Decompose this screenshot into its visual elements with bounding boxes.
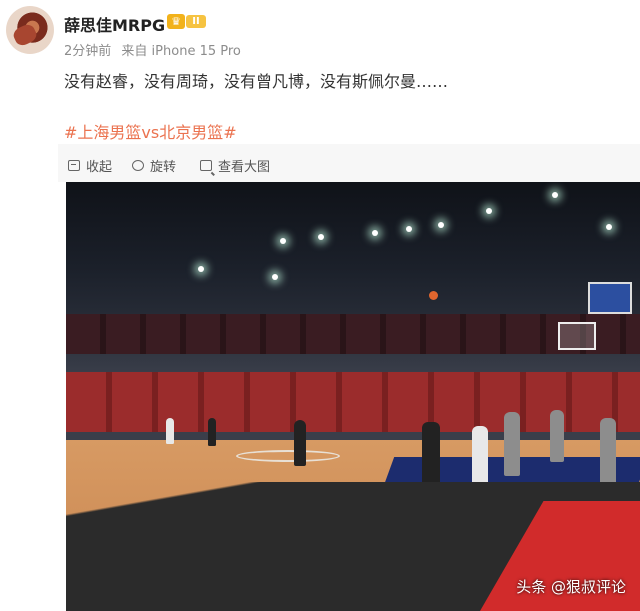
basketball-hoop: [558, 322, 596, 350]
stadium-light: [198, 266, 204, 272]
center-circle: [236, 450, 340, 462]
post-photo[interactable]: 头条 @狠叔评论: [66, 182, 640, 611]
view-large-button[interactable]: 查看大图: [200, 156, 270, 175]
stadium-light: [486, 208, 492, 214]
player: [600, 418, 616, 484]
level-badge: II: [186, 15, 206, 28]
view-large-label: 查看大图: [218, 160, 271, 175]
post-source: 来自 iPhone 15 Pro: [121, 44, 241, 59]
collapse-button[interactable]: 收起: [68, 156, 112, 175]
stadium-light: [552, 192, 558, 198]
rotate-button[interactable]: 旋转: [132, 156, 176, 175]
crown-icon: ♛: [167, 14, 185, 29]
basketball: [429, 291, 438, 300]
stadium-light: [372, 230, 378, 236]
player: [294, 420, 306, 466]
image-toolbar: 收起 旋转 查看大图: [58, 144, 640, 182]
post-meta: 2分钟前 来自 iPhone 15 Pro: [64, 40, 247, 59]
collapse-icon: [68, 160, 80, 171]
stadium-light: [406, 226, 412, 232]
stadium-light: [280, 238, 286, 244]
stadium-light: [272, 274, 278, 280]
rotate-label: 旋转: [150, 160, 177, 175]
stadium-light: [318, 234, 324, 240]
post-text: 没有赵睿，没有周琦，没有曾凡博，没有斯佩尔曼……: [64, 72, 449, 91]
scoreboard: [588, 282, 632, 314]
rotate-icon: [132, 160, 144, 171]
zoom-icon: [200, 160, 212, 171]
post-time: 2分钟前: [64, 44, 112, 59]
player: [504, 412, 520, 476]
collapse-label: 收起: [86, 160, 113, 175]
player: [166, 418, 174, 444]
player: [550, 410, 564, 462]
stadium-light: [606, 224, 612, 230]
username[interactable]: 薛思佳MRPG: [64, 12, 165, 36]
stadium-light: [438, 222, 444, 228]
upper-stands: [66, 314, 640, 354]
watermark: 头条 @狠叔评论: [516, 578, 626, 596]
player: [472, 426, 488, 488]
player: [208, 418, 216, 446]
avatar[interactable]: [6, 6, 54, 54]
hashtag-link[interactable]: #上海男篮vs北京男篮#: [64, 119, 237, 143]
